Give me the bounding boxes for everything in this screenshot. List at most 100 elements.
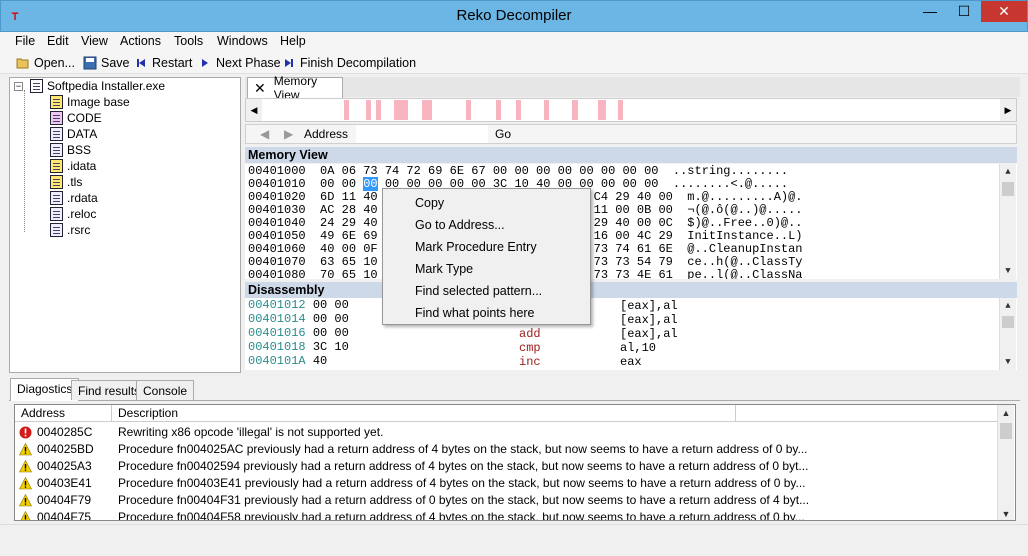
tab-console[interactable]: Console — [136, 380, 195, 400]
address-input[interactable] — [356, 125, 488, 143]
tree-item-code[interactable]: CODE — [50, 110, 102, 126]
ctx-mark-procedure-entry[interactable]: Mark Procedure Entry — [415, 238, 537, 256]
tree-item-rsrc[interactable]: .rsrc — [50, 222, 90, 238]
tree-item-label: .rsrc — [67, 223, 91, 237]
mem-text[interactable]: m.@.........A)@. — [687, 190, 802, 204]
scroll-down-icon[interactable]: ▼ — [998, 506, 1014, 520]
menu-view[interactable]: View — [81, 34, 108, 48]
project-tree[interactable]: − Softpedia Installer.exe Image base COD… — [9, 77, 241, 373]
ctx-find-selected-pattern[interactable]: Find selected pattern... — [415, 282, 542, 300]
diag-row[interactable]: 004025BD Procedure fn004025AC previously… — [15, 441, 997, 458]
ctx-mark-type[interactable]: Mark Type — [415, 260, 473, 278]
memory-view[interactable]: 00401000 0A 06 73 74 72 69 6E 67 00 00 0… — [245, 164, 1017, 279]
scroll-up-icon[interactable]: ▲ — [998, 405, 1014, 421]
mem-text[interactable]: @..CleanupInstan — [687, 242, 802, 256]
tab-memory-view[interactable]: ✕ Memory View — [247, 74, 343, 102]
tab-diagnostics[interactable]: Diagostics — [10, 378, 80, 401]
finish-decompilation-button[interactable]: Finish Decompilation — [282, 54, 416, 72]
scroll-thumb[interactable] — [1000, 423, 1012, 439]
menu-tools[interactable]: Tools — [174, 34, 203, 48]
mem-text[interactable]: ........<.@..... — [673, 177, 788, 191]
diagnostics-scrollbar[interactable]: ▲ ▼ — [997, 405, 1014, 520]
menu-file[interactable]: File — [15, 34, 35, 48]
diag-row[interactable]: 00403E41 Procedure fn00403E41 previously… — [15, 475, 997, 492]
scroll-up-icon[interactable]: ▲ — [1000, 164, 1016, 180]
ctx-go-to-address[interactable]: Go to Address... — [415, 216, 505, 234]
maximize-button[interactable]: ☐ — [947, 1, 981, 22]
column-description[interactable]: Description — [112, 405, 736, 422]
mem-addr: 00401050 — [248, 229, 306, 243]
tree-item-image-base[interactable]: Image base — [50, 94, 130, 110]
diag-row[interactable]: 00404F75 Procedure fn00404F58 previously… — [15, 509, 997, 520]
tree-item-label: CODE — [67, 111, 102, 125]
scroll-up-icon[interactable]: ▲ — [1000, 298, 1016, 314]
disasm-addr[interactable]: 0040101A — [248, 354, 306, 368]
tree-item-bss[interactable]: BSS — [50, 142, 91, 158]
disasm-addr[interactable]: 00401016 — [248, 326, 306, 340]
diag-address: 004025BD — [37, 442, 94, 456]
open-button[interactable]: Open... — [16, 54, 75, 72]
disasm-operands: [eax],al — [620, 299, 678, 313]
mem-text[interactable]: InitInstance..L) — [687, 229, 802, 243]
tree-item-data[interactable]: DATA — [50, 126, 97, 142]
disasm-addr[interactable]: 00401018 — [248, 340, 306, 354]
ctx-copy[interactable]: Copy — [415, 194, 444, 212]
tree-item-tls[interactable]: .tls — [50, 174, 82, 190]
diag-row[interactable]: 00404F79 Procedure fn00404F31 previously… — [15, 492, 997, 509]
memory-map-band[interactable]: ◀ ▶ — [245, 98, 1017, 122]
tree-item-rdata[interactable]: .rdata — [50, 190, 98, 206]
finish-label: Finish Decompilation — [300, 56, 417, 70]
collapse-toggle[interactable]: − — [14, 82, 23, 91]
close-button[interactable]: ✕ — [981, 1, 1027, 22]
address-label: Address — [304, 127, 349, 141]
restart-icon — [137, 59, 145, 67]
disasm-bytes: 00 00 — [312, 326, 349, 340]
warning-icon — [19, 477, 32, 490]
restart-button[interactable]: Restart — [134, 54, 192, 72]
ctx-find-what-points-here[interactable]: Find what points here — [415, 304, 535, 322]
disasm-addr[interactable]: 00401014 — [248, 312, 306, 326]
disasm-mnemonic: add — [519, 327, 541, 341]
memory-scrollbar[interactable]: ▲ ▼ — [999, 164, 1016, 279]
mem-text[interactable]: ¬(@.ô(@..)@..... — [687, 203, 802, 217]
band-segment — [376, 100, 381, 120]
mem-text[interactable]: ce..h(@..ClassTy — [687, 255, 802, 269]
disassembly-scrollbar[interactable]: ▲ ▼ — [999, 298, 1016, 370]
go-button[interactable]: Go — [495, 127, 511, 141]
disasm-bytes: 00 00 — [312, 298, 349, 312]
selected-byte[interactable]: 00 — [363, 177, 378, 191]
scroll-down-icon[interactable]: ▼ — [1000, 354, 1016, 370]
back-icon[interactable]: ◀ — [260, 127, 269, 141]
save-button[interactable]: Save — [83, 54, 130, 72]
disassembly-view[interactable]: 00401012 00 00 [eax],al 00401014 00 00 [… — [245, 298, 1017, 370]
forward-icon[interactable]: ▶ — [284, 127, 293, 141]
diag-row[interactable]: 0040285C Rewriting x86 opcode 'illegal' … — [15, 424, 997, 441]
next-phase-button[interactable]: Next Phase — [198, 54, 281, 72]
mem-bytes[interactable]: 0A 06 73 74 72 69 6E 67 00 00 00 00 00 0… — [320, 164, 658, 178]
tree-item-label: .idata — [67, 159, 97, 173]
tree-item-reloc[interactable]: .reloc — [50, 206, 96, 222]
scroll-thumb[interactable] — [1002, 316, 1014, 328]
mem-addr: 00401010 — [248, 177, 306, 191]
band-segment — [366, 100, 371, 120]
band-right-arrow-icon[interactable]: ▶ — [1000, 99, 1016, 121]
scroll-down-icon[interactable]: ▼ — [1000, 263, 1016, 279]
tree-item-idata[interactable]: .idata — [50, 158, 96, 174]
mem-text[interactable]: $)@..Free..0)@.. — [687, 216, 802, 230]
scroll-thumb[interactable] — [1002, 182, 1014, 196]
minimize-button[interactable]: — — [913, 1, 947, 22]
menu-help[interactable]: Help — [280, 34, 306, 48]
close-tab-icon[interactable]: ✕ — [254, 80, 266, 97]
mem-text[interactable]: pe..l(@..ClassNa — [687, 268, 802, 280]
diag-row[interactable]: 004025A3 Procedure fn00402594 previously… — [15, 458, 997, 475]
mem-text[interactable]: ..string........ — [673, 164, 788, 178]
disasm-addr[interactable]: 00401012 — [248, 298, 306, 312]
diagnostics-list[interactable]: Address Description 0040285C Rewriting x… — [14, 404, 1016, 521]
column-address[interactable]: Address — [15, 405, 112, 422]
tree-connector — [24, 90, 25, 232]
tree-root[interactable]: Softpedia Installer.exe — [30, 78, 165, 94]
band-left-arrow-icon[interactable]: ◀ — [246, 99, 262, 121]
menu-actions[interactable]: Actions — [120, 34, 161, 48]
menu-windows[interactable]: Windows — [217, 34, 268, 48]
menu-edit[interactable]: Edit — [47, 34, 69, 48]
